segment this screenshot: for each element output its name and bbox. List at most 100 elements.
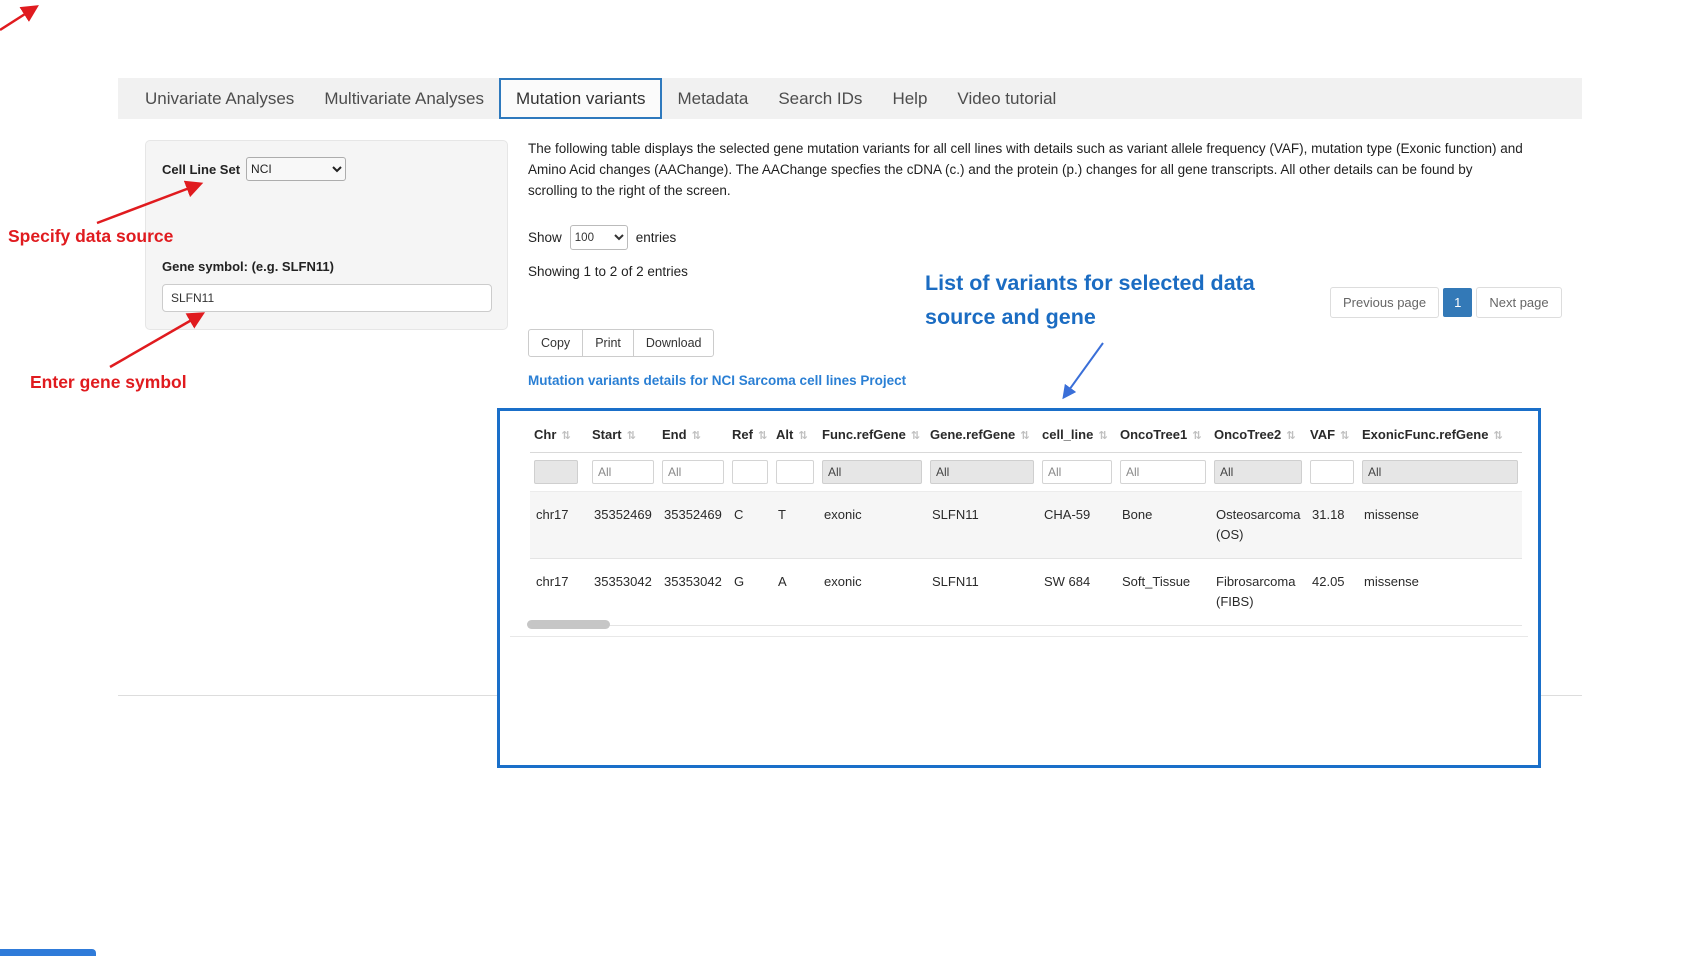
filter-chr[interactable]	[534, 460, 578, 484]
sort-icon: ⇅	[692, 430, 701, 442]
page-length-select[interactable]: 100	[570, 225, 628, 250]
top-nav: Univariate Analyses Multivariate Analyse…	[118, 78, 1582, 119]
col-header-alt[interactable]: Alt⇅	[772, 415, 818, 453]
table-cell: SLFN11	[926, 492, 1038, 559]
sort-icon: ⇅	[561, 430, 570, 442]
table-cell: SW 684	[1038, 559, 1116, 626]
filter-oncotree2[interactable]: All	[1214, 460, 1302, 484]
app-page: Univariate Analyses Multivariate Analyse…	[0, 0, 1700, 956]
filter-start[interactable]	[592, 460, 654, 484]
col-header-chr[interactable]: Chr⇅	[530, 415, 588, 453]
copy-button[interactable]: Copy	[528, 329, 583, 357]
tab-help[interactable]: Help	[877, 78, 942, 119]
next-page-button[interactable]: Next page	[1476, 287, 1561, 318]
annotation-specify-data-source: Specify data source	[8, 226, 173, 247]
table-cell: Soft_Tissue	[1116, 559, 1210, 626]
pagination: Previous page 1 Next page	[1330, 287, 1562, 318]
table-cell: exonic	[818, 559, 926, 626]
filter-gene-refgene[interactable]: All	[930, 460, 1034, 484]
filter-func-refgene[interactable]: All	[822, 460, 922, 484]
tab-description: The following table displays the selecte…	[528, 138, 1525, 201]
download-button[interactable]: Download	[633, 329, 715, 357]
cell-line-set-select[interactable]: NCI	[246, 157, 346, 181]
annotation-list-of-variants: List of variants for selected data sourc…	[925, 266, 1255, 334]
table-cell: CHA-59	[1038, 492, 1116, 559]
table-cell: C	[728, 492, 772, 559]
filter-end[interactable]	[662, 460, 724, 484]
table-row-1[interactable]: chr17 35352469 35352469 C T exonic SLFN1…	[530, 492, 1522, 559]
sort-icon: ⇅	[758, 430, 767, 442]
cell-line-set-label: Cell Line Set	[162, 162, 240, 177]
variants-table-container: Chr⇅ Start⇅ End⇅ Ref⇅ Alt⇅ Func.refGene⇅…	[497, 408, 1541, 768]
page-number-1-button[interactable]: 1	[1443, 288, 1472, 317]
sort-icon: ⇅	[1192, 430, 1201, 442]
sort-icon: ⇅	[1020, 430, 1029, 442]
control-panel: Cell Line Set NCI Gene symbol: (e.g. SLF…	[145, 140, 508, 330]
col-header-func-refgene[interactable]: Func.refGene⇅	[818, 415, 926, 453]
variants-table: Chr⇅ Start⇅ End⇅ Ref⇅ Alt⇅ Func.refGene⇅…	[530, 415, 1522, 626]
filter-vaf[interactable]	[1310, 460, 1354, 484]
tab-metadata[interactable]: Metadata	[662, 78, 763, 119]
sort-icon: ⇅	[1340, 430, 1349, 442]
col-header-exonicfunc-refgene[interactable]: ExonicFunc.refGene⇅	[1358, 415, 1522, 453]
tab-multivariate-analyses[interactable]: Multivariate Analyses	[309, 78, 499, 119]
show-label: Show	[528, 230, 562, 245]
table-cell: chr17	[530, 559, 588, 626]
page-length-control: Show 100 entries	[528, 225, 676, 250]
tab-video-tutorial[interactable]: Video tutorial	[942, 78, 1071, 119]
table-row-2[interactable]: chr17 35353042 35353042 G A exonic SLFN1…	[530, 559, 1522, 626]
table-cell: G	[728, 559, 772, 626]
filter-oncotree1[interactable]	[1120, 460, 1206, 484]
col-header-end[interactable]: End⇅	[658, 415, 728, 453]
table-cell: 31.18	[1306, 492, 1358, 559]
col-header-oncotree2[interactable]: OncoTree2⇅	[1210, 415, 1306, 453]
table-cell: missense	[1358, 492, 1522, 559]
table-cell: SLFN11	[926, 559, 1038, 626]
table-cell: A	[772, 559, 818, 626]
filter-cell-line[interactable]	[1042, 460, 1112, 484]
sort-icon: ⇅	[911, 430, 920, 442]
col-header-vaf[interactable]: VAF⇅	[1306, 415, 1358, 453]
sort-icon: ⇅	[1286, 430, 1295, 442]
table-cell: 35352469	[588, 492, 658, 559]
table-cell: 35353042	[658, 559, 728, 626]
table-title-link[interactable]: Mutation variants details for NCI Sarcom…	[528, 373, 906, 388]
tab-univariate-analyses[interactable]: Univariate Analyses	[130, 78, 309, 119]
filter-ref[interactable]	[732, 460, 768, 484]
table-header-row: Chr⇅ Start⇅ End⇅ Ref⇅ Alt⇅ Func.refGene⇅…	[530, 415, 1522, 453]
table-filter-row: All All All All	[530, 453, 1522, 492]
arrow-top-left-artifact	[0, 7, 36, 30]
table-cell: Bone	[1116, 492, 1210, 559]
sort-icon: ⇅	[1493, 430, 1502, 442]
col-header-cell-line[interactable]: cell_line⇅	[1038, 415, 1116, 453]
horizontal-scrollbar-thumb[interactable]	[527, 620, 610, 629]
previous-page-button[interactable]: Previous page	[1330, 287, 1439, 318]
export-buttons: Copy Print Download	[528, 329, 714, 357]
annotation-enter-gene-symbol: Enter gene symbol	[30, 372, 187, 393]
table-cell: T	[772, 492, 818, 559]
col-header-oncotree1[interactable]: OncoTree1⇅	[1116, 415, 1210, 453]
entries-label: entries	[636, 230, 677, 245]
filter-exonicfunc-refgene[interactable]: All	[1362, 460, 1518, 484]
sort-icon: ⇅	[798, 430, 807, 442]
col-header-gene-refgene[interactable]: Gene.refGene⇅	[926, 415, 1038, 453]
table-cell: 42.05	[1306, 559, 1358, 626]
filter-alt[interactable]	[776, 460, 814, 484]
tab-search-ids[interactable]: Search IDs	[763, 78, 877, 119]
col-header-start[interactable]: Start⇅	[588, 415, 658, 453]
table-cell: Fibrosarcoma (FIBS)	[1210, 559, 1306, 626]
table-bottom-divider	[510, 636, 1528, 637]
arrow-list-of-variants	[1064, 343, 1103, 397]
print-button[interactable]: Print	[582, 329, 634, 357]
table-cell: chr17	[530, 492, 588, 559]
tab-mutation-variants[interactable]: Mutation variants	[499, 78, 662, 119]
sort-icon: ⇅	[1098, 430, 1107, 442]
sort-icon: ⇅	[627, 430, 636, 442]
table-cell: exonic	[818, 492, 926, 559]
gene-symbol-label: Gene symbol: (e.g. SLFN11)	[162, 259, 491, 274]
table-cell: Osteosarcoma (OS)	[1210, 492, 1306, 559]
bottom-edge-artifact	[0, 949, 96, 956]
gene-symbol-input[interactable]	[162, 284, 492, 312]
showing-entries-info: Showing 1 to 2 of 2 entries	[528, 264, 688, 279]
col-header-ref[interactable]: Ref⇅	[728, 415, 772, 453]
